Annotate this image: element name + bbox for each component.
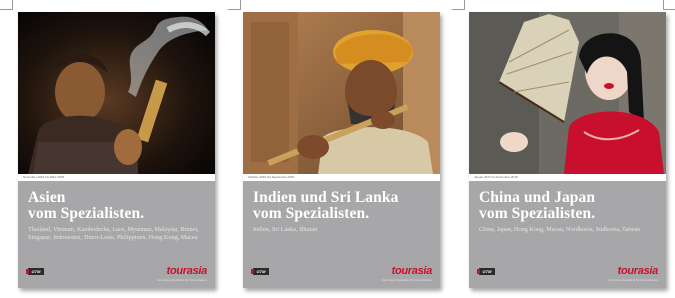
tourasia-logo: tourasia xyxy=(391,265,433,277)
gtm-logo: GTM xyxy=(26,268,44,275)
crop-mark xyxy=(464,0,465,10)
gtm-logo: GTM xyxy=(477,268,495,275)
catalog-china-japan[interactable]: Januar 2017 bis Dezember 2018 China und … xyxy=(469,12,666,288)
country-list: Thailand, Vietnam, Kambodscha, Laos, Mya… xyxy=(28,226,199,241)
catalog-title: Asien vom Spezialisten. xyxy=(28,189,145,222)
country-list: Indien, Sri Lanka, Bhutan xyxy=(253,226,318,233)
catalog-title: Indien und Sri Lanka vom Spezialisten. xyxy=(253,189,399,222)
brand-tagline: Der Asien-Spezialist für Asien-Reisen xyxy=(608,278,658,282)
cover-photo-flute-player xyxy=(243,12,440,174)
catalog-title: China und Japan vom Spezialisten. xyxy=(479,189,596,222)
gtm-logo: GTM xyxy=(251,268,269,275)
crop-mark xyxy=(240,0,241,10)
tourasia-logo: tourasia xyxy=(166,265,208,277)
country-list: China, Japan, Hong Kong, Macau, Nordkore… xyxy=(479,226,641,233)
crop-mark xyxy=(12,0,13,10)
tourasia-logo: tourasia xyxy=(617,265,659,277)
cover-photo-praying-woman xyxy=(18,12,215,174)
validity-dateline: Oktober 2016 bis September 2018 xyxy=(243,174,440,181)
brand-tagline: Der Asien-Spezialist für Asien-Reisen xyxy=(157,278,207,282)
validity-dateline: Januar 2017 bis Dezember 2018 xyxy=(469,174,666,181)
crop-mark xyxy=(663,9,675,10)
catalog-indien-sri-lanka[interactable]: Oktober 2016 bis September 2018 Indien u… xyxy=(243,12,440,288)
crop-mark xyxy=(663,0,664,10)
cover-photo-woman-with-fan xyxy=(469,12,666,174)
catalog-asien[interactable]: November 2016 bis März 2018 Asien vom Sp… xyxy=(18,12,215,288)
crop-mark xyxy=(228,9,240,10)
validity-dateline: November 2016 bis März 2018 xyxy=(18,174,215,181)
crop-mark xyxy=(0,9,12,10)
brand-tagline: Der Asien-Spezialist für Asien-Reisen xyxy=(382,278,432,282)
crop-mark xyxy=(452,9,464,10)
